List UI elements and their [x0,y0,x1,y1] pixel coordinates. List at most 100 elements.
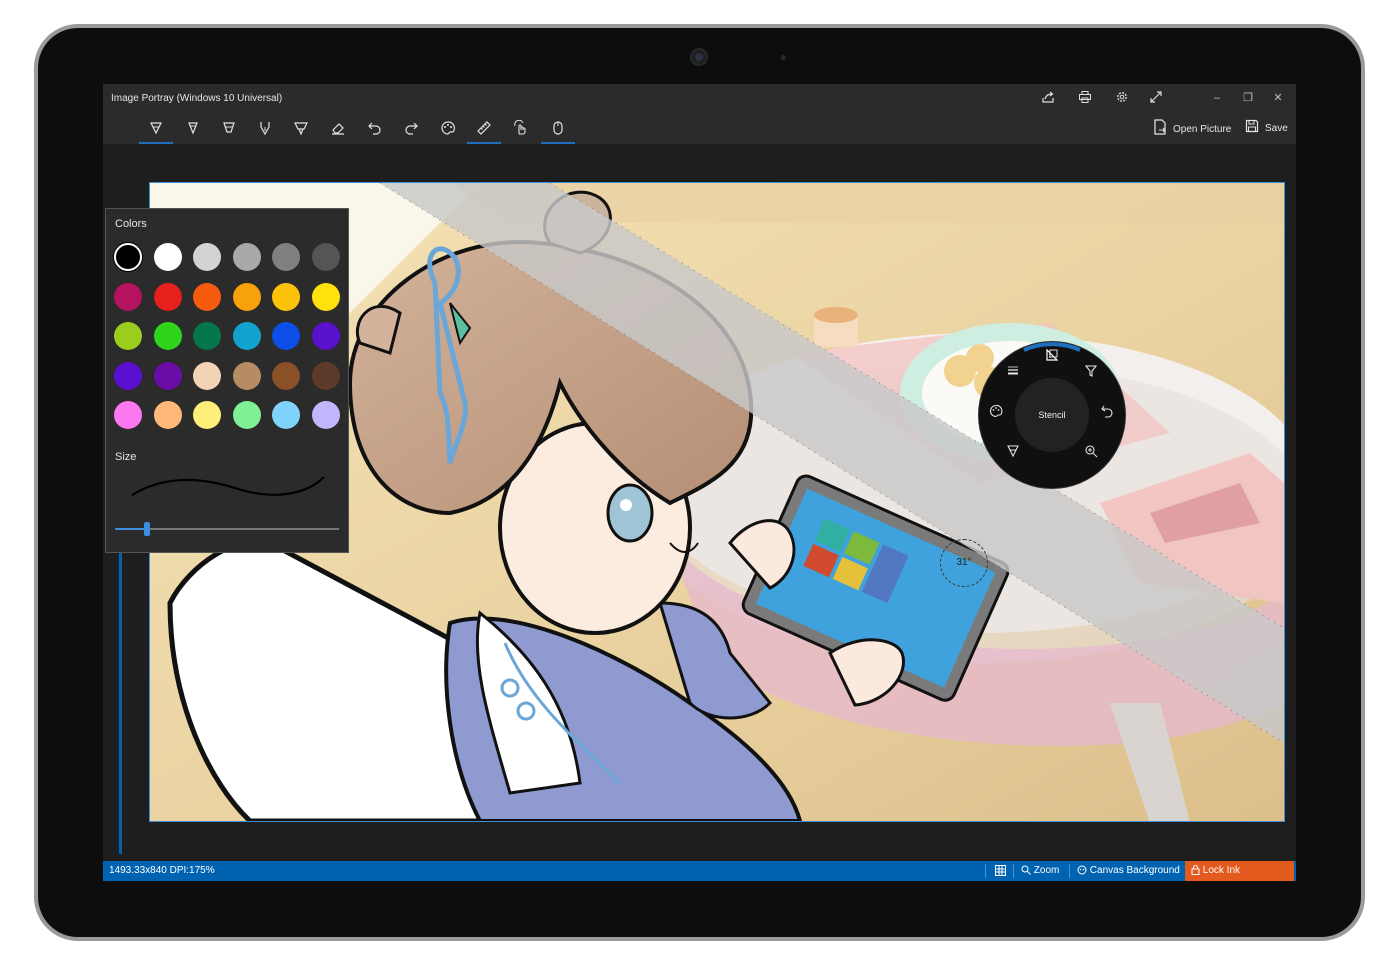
undo-icon [368,122,381,135]
filter-icon[interactable] [1082,364,1100,382]
grid-toggle[interactable] [989,861,1012,881]
color-swatch[interactable] [232,243,261,271]
color-swatch[interactable] [114,243,142,271]
color-swatch[interactable] [312,322,340,351]
undo-tool[interactable] [358,114,392,144]
app-window: Image Portray (Windows 10 Universal) – ❐… [103,84,1296,881]
open-picture-label: Open Picture [1173,124,1232,136]
radial-undo-icon[interactable] [1098,404,1116,422]
lock-icon [1191,865,1200,876]
color-swatch[interactable] [272,401,301,430]
color-swatch[interactable] [193,322,222,351]
radial-menu[interactable]: Stencil [979,342,1125,488]
color-swatch[interactable] [153,282,182,311]
status-separator [1013,864,1014,878]
print-icon[interactable] [1077,90,1093,106]
eraser-tool[interactable] [321,114,355,144]
highlighter-tool[interactable] [212,114,246,144]
ballpoint-pen-tool[interactable] [139,114,173,144]
restore-button[interactable]: ❐ [1240,90,1256,106]
fullscreen-icon[interactable] [1148,90,1164,106]
ruler-tool[interactable] [467,114,501,144]
zoom-label: Zoom [1033,865,1060,876]
zoom-icon[interactable] [1082,444,1100,462]
color-palette-flyout: Colors Size [105,208,349,553]
redo-tool[interactable] [394,114,428,144]
radial-pen-icon[interactable] [1004,444,1022,462]
color-swatch[interactable] [312,401,340,430]
pencil-icon [188,122,198,135]
marker-tool[interactable] [284,114,318,144]
status-bar: 1493.33x840 DPI:175% Zoom Canvas Backgro… [103,861,1296,881]
save-button[interactable]: Save [1245,119,1288,137]
canvas-background-icon [1077,865,1087,875]
ruler-stencil-icon[interactable] [1043,348,1061,366]
line-thickness-icon[interactable] [1004,364,1022,382]
close-button[interactable]: ✕ [1270,90,1286,106]
minimize-button[interactable]: – [1209,90,1225,106]
color-swatch[interactable] [312,361,340,390]
color-swatch[interactable] [312,243,340,271]
share-icon[interactable] [1040,90,1056,106]
color-swatch[interactable] [153,243,182,271]
marker-icon [294,122,308,136]
canvas-background-button[interactable]: Canvas Background [1071,861,1186,881]
eraser-icon [332,123,344,135]
redo-icon [405,122,418,135]
color-swatch[interactable] [272,361,301,390]
workspace: 31° Stencil Colors Size [103,144,1296,861]
color-swatch[interactable] [272,322,301,351]
highlighter-icon [223,122,235,133]
pencil-tool[interactable] [176,114,210,144]
title-bar: Image Portray (Windows 10 Universal) – ❐… [103,84,1296,112]
touch-icon [514,119,526,135]
status-separator [985,864,986,878]
color-swatch[interactable] [312,282,340,311]
size-heading: Size [115,451,137,463]
save-label: Save [1265,123,1288,135]
mouse-input-tool[interactable] [541,114,575,144]
stroke-size-preview [131,476,325,496]
color-swatch[interactable] [232,282,261,311]
color-swatch[interactable] [114,401,142,430]
color-swatch[interactable] [114,361,142,390]
window-title: Image Portray (Windows 10 Universal) [111,93,283,104]
colors-heading: Colors [115,218,147,230]
save-icon [1245,119,1259,138]
color-swatch[interactable] [193,282,222,311]
color-swatch[interactable] [114,282,142,311]
color-palette-tool[interactable] [431,114,465,144]
ink-toolbar: Open Picture Save [103,112,1296,144]
calligraphy-pen-icon [260,122,270,136]
color-swatch[interactable] [153,361,182,390]
zoom-button[interactable]: Zoom [1015,861,1065,881]
open-file-icon [1153,119,1167,140]
color-swatch[interactable] [193,243,222,271]
color-swatch[interactable] [272,282,301,311]
touch-writing-tool[interactable] [504,114,538,144]
status-separator [1069,864,1070,878]
color-swatch[interactable] [114,322,142,351]
radial-palette-icon[interactable] [987,404,1005,422]
color-swatch[interactable] [232,361,261,390]
calligraphy-pen-tool[interactable] [248,114,282,144]
palette-icon [441,121,455,135]
color-swatch[interactable] [193,401,222,430]
color-swatch[interactable] [232,322,261,351]
size-slider-fill [115,528,147,530]
color-swatch[interactable] [153,322,182,351]
radial-menu-center[interactable]: Stencil [1015,378,1089,452]
mouse-icon [553,121,563,135]
settings-icon[interactable] [1114,90,1130,106]
size-slider[interactable] [115,522,339,536]
color-swatch[interactable] [153,401,182,430]
open-picture-button[interactable]: Open Picture [1153,119,1231,137]
lock-ink-movement-button[interactable]: Lock Ink Movement [1185,861,1294,881]
ruler-icon [477,121,491,135]
color-swatch[interactable] [193,361,222,390]
pen-icon [150,122,162,135]
color-swatch[interactable] [232,401,261,430]
size-slider-thumb[interactable] [144,522,150,536]
color-swatch[interactable] [272,243,301,271]
ruler-angle-indicator: 31° [940,539,988,587]
